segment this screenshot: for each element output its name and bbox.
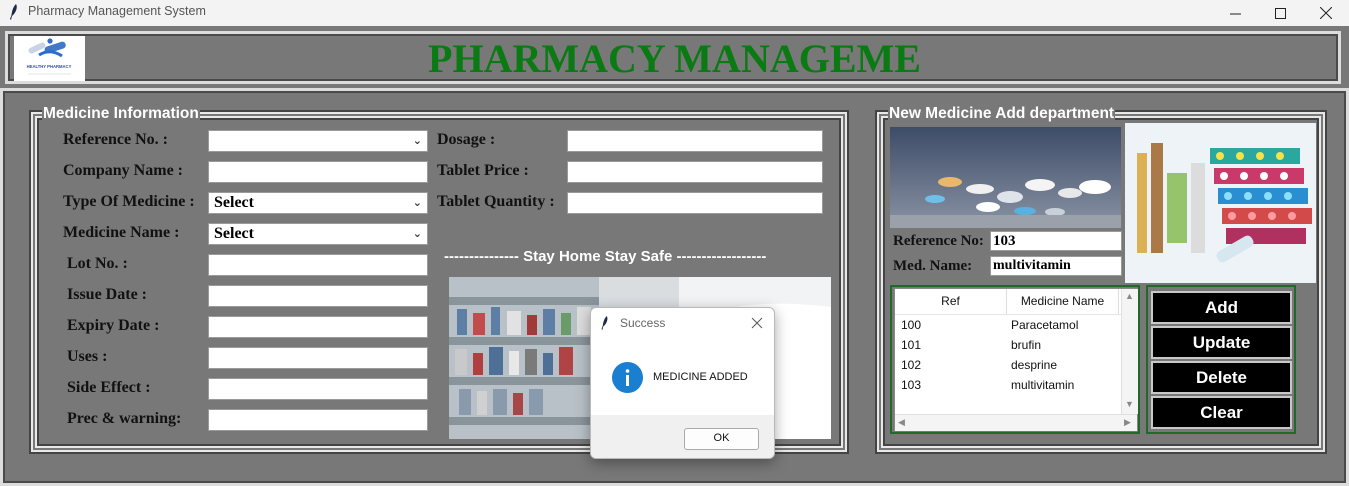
issue-date-label: Issue Date : — [67, 286, 147, 303]
scroll-down-icon[interactable]: ▼ — [1125, 399, 1134, 409]
pills-image — [890, 127, 1121, 228]
chevron-down-icon[interactable]: ⌄ — [413, 193, 422, 213]
medicine-name-label: Medicine Name : — [63, 224, 180, 241]
row-medicine-name: brufin — [1011, 338, 1042, 352]
row-medicine-name: multivitamin — [1011, 378, 1075, 392]
scroll-left-icon[interactable]: ◀ — [898, 417, 905, 428]
type-value: Select — [214, 194, 254, 211]
chevron-down-icon[interactable]: ⌄ — [413, 131, 422, 151]
minimize-icon — [1229, 13, 1241, 14]
reference-combo[interactable]: ⌄ — [208, 130, 428, 152]
feather-icon — [10, 4, 17, 20]
reference-label: Reference No. : — [63, 131, 168, 148]
medicine-info-title: Medicine Information — [42, 105, 200, 123]
tablet-quantity-input[interactable] — [567, 192, 823, 214]
row-medicine-name: Paracetamol — [1011, 318, 1079, 332]
company-label: Company Name : — [63, 162, 183, 179]
success-dialog: Success MEDICINE ADDED OK — [590, 307, 775, 459]
uses-input[interactable] — [208, 347, 428, 369]
prec-warning-label: Prec & warning: — [67, 410, 182, 427]
row-ref: 101 — [901, 338, 922, 352]
lot-input[interactable] — [208, 254, 428, 276]
feather-icon — [601, 316, 608, 330]
column-header-ref[interactable]: Ref — [895, 289, 1007, 314]
lot-label: Lot No. : — [67, 255, 128, 272]
tablet-price-input[interactable] — [567, 161, 823, 183]
scroll-right-icon[interactable]: ▶ — [1124, 417, 1131, 428]
table-row[interactable]: 100 Paracetamol — [895, 317, 1121, 335]
medicine-name-value: Select — [214, 225, 254, 242]
add-button[interactable]: Add — [1151, 291, 1292, 324]
new-reference-label: Reference No: — [893, 233, 984, 249]
dialog-title: Success — [620, 316, 666, 330]
dosage-label: Dosage : — [437, 131, 496, 148]
row-ref: 102 — [901, 358, 922, 372]
tablet-quantity-label: Tablet Quantity : — [437, 193, 555, 210]
dialog-close-button[interactable] — [745, 312, 770, 334]
row-ref: 100 — [901, 318, 922, 332]
minimize-button[interactable] — [1212, 0, 1258, 26]
ok-button[interactable]: OK — [684, 428, 759, 450]
expiry-date-input[interactable] — [208, 316, 428, 338]
close-icon — [1320, 7, 1332, 19]
company-input[interactable] — [208, 161, 428, 183]
scroll-up-icon[interactable]: ▲ — [1125, 291, 1134, 301]
uses-label: Uses : — [67, 348, 108, 365]
new-med-name-input[interactable]: multivitamin — [990, 256, 1122, 276]
close-icon — [751, 317, 763, 329]
row-ref: 103 — [901, 378, 922, 392]
delete-button[interactable]: Delete — [1151, 361, 1292, 394]
stay-home-banner: --------------- Stay Home Stay Safe ----… — [444, 248, 767, 265]
page-title: PHARMACY MANAGEME — [428, 36, 921, 81]
vials-image — [1125, 123, 1316, 283]
prec-warning-input[interactable] — [208, 409, 428, 431]
new-medicine-title: New Medicine Add department — [888, 105, 1116, 123]
expiry-date-label: Expiry Date : — [67, 317, 160, 334]
vertical-scrollbar[interactable]: ▲ ▼ — [1121, 289, 1138, 414]
maximize-icon — [1274, 7, 1286, 19]
tablet-price-label: Tablet Price : — [437, 162, 529, 179]
side-effect-input[interactable] — [208, 378, 428, 400]
window-title-bar: Pharmacy Management System — [0, 0, 1349, 26]
chevron-down-icon[interactable]: ⌄ — [413, 224, 422, 244]
horizontal-scrollbar[interactable]: ◀ ▶ — [895, 414, 1137, 431]
new-med-name-label: Med. Name: — [893, 258, 973, 274]
type-label: Type Of Medicine : — [63, 193, 195, 210]
window-title: Pharmacy Management System — [28, 4, 206, 18]
close-button[interactable] — [1303, 0, 1349, 26]
column-header-medicine-name[interactable]: Medicine Name — [1007, 289, 1119, 314]
table-row[interactable]: 103 multivitamin — [895, 377, 1121, 395]
clear-button[interactable]: Clear — [1151, 396, 1292, 429]
info-icon — [612, 362, 643, 393]
table-row[interactable]: 102 desprine — [895, 357, 1121, 375]
maximize-button[interactable] — [1257, 0, 1303, 26]
side-effect-label: Side Effect : — [67, 379, 151, 396]
update-button[interactable]: Update — [1151, 326, 1292, 359]
table-row[interactable]: 101 brufin — [895, 337, 1121, 355]
dialog-message: MEDICINE ADDED — [653, 371, 748, 383]
dosage-input[interactable] — [567, 130, 823, 152]
row-medicine-name: desprine — [1011, 358, 1058, 372]
medicine-name-combo[interactable]: Select ⌄ — [208, 223, 428, 245]
medicine-table[interactable]: Ref Medicine Name 100 Paracetamol 101 br… — [894, 288, 1138, 431]
new-reference-input[interactable]: 103 — [990, 231, 1122, 251]
type-combo[interactable]: Select ⌄ — [208, 192, 428, 214]
issue-date-input[interactable] — [208, 285, 428, 307]
